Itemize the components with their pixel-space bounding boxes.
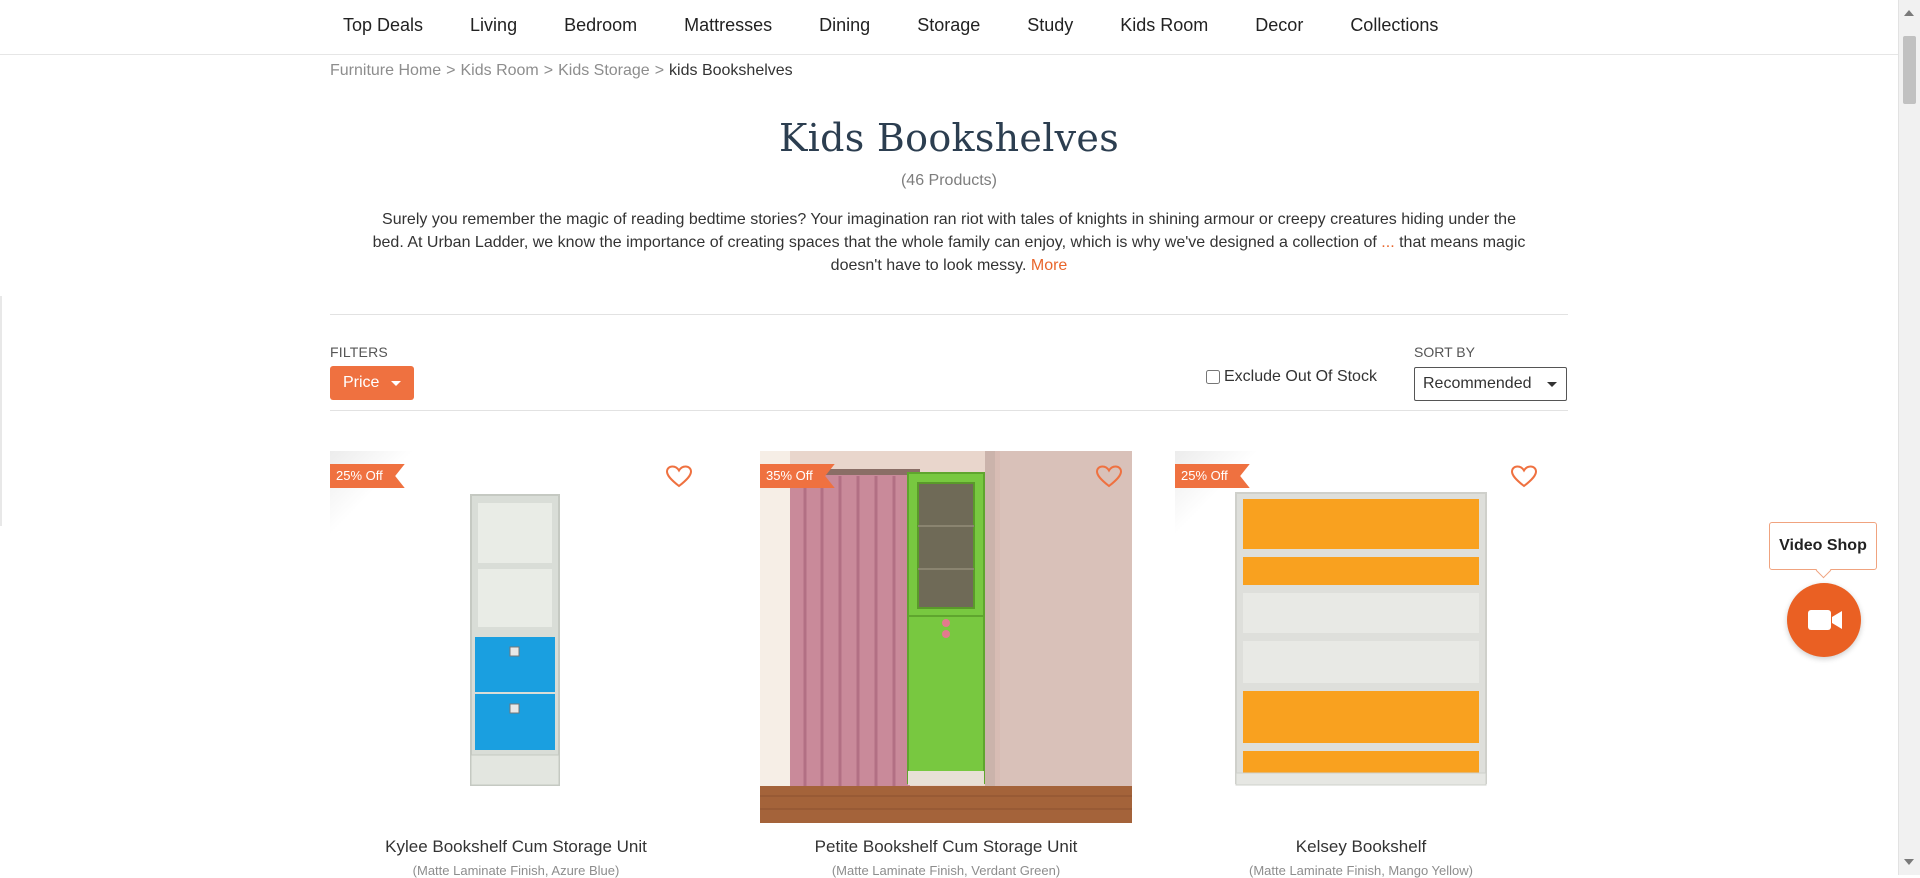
caret-down-icon xyxy=(1547,382,1557,387)
scroll-down-arrow-icon[interactable] xyxy=(1904,859,1914,865)
exclude-out-of-stock-toggle[interactable]: Exclude Out Of Stock xyxy=(1206,368,1377,386)
discount-badge: 35% Off xyxy=(760,464,835,488)
description-line: doesn't have to look messy. More xyxy=(330,254,1568,277)
product-image[interactable]: 35% Off xyxy=(760,451,1132,823)
description-text: that means magic xyxy=(1399,234,1526,251)
category-description: Surely you remember the magic of reading… xyxy=(330,208,1568,277)
sort-select[interactable]: Recommended xyxy=(1414,367,1567,401)
product-name[interactable]: Kelsey Bookshelf xyxy=(1175,837,1547,857)
nav-item-storage[interactable]: Storage xyxy=(904,0,993,50)
nav-item-kids-room[interactable]: Kids Room xyxy=(1107,0,1221,50)
nav-item-decor[interactable]: Decor xyxy=(1242,0,1316,50)
video-camera-icon xyxy=(1808,610,1842,630)
breadcrumb-separator: > xyxy=(654,62,665,79)
product-photo-kylee xyxy=(330,451,702,823)
breadcrumb-furniture-home[interactable]: Furniture Home xyxy=(330,62,441,79)
nav-item-study[interactable]: Study xyxy=(1014,0,1086,50)
price-filter-label: Price xyxy=(343,374,380,391)
divider xyxy=(330,410,1568,411)
filters-label: FILTERS xyxy=(330,344,388,360)
description-line: bed. At Urban Ladder, we know the import… xyxy=(330,231,1568,254)
page-title: Kids Bookshelves xyxy=(778,116,1120,160)
divider xyxy=(330,314,1568,315)
nav-item-collections[interactable]: Collections xyxy=(1337,0,1451,50)
product-card[interactable]: 35% Off Petite Bookshelf Cum Storage Uni… xyxy=(760,451,1132,878)
breadcrumb: Furniture Home > Kids Room > Kids Storage > ki… xyxy=(330,62,793,80)
product-image[interactable]: 25% Off xyxy=(330,451,702,823)
product-photo-kelsey xyxy=(1175,451,1547,823)
product-count: (46 Products) xyxy=(900,172,998,189)
scroll-up-arrow-icon[interactable] xyxy=(1904,10,1914,16)
video-shop-label: Video Shop xyxy=(1779,537,1867,554)
description-ellipsis: ... xyxy=(1381,234,1395,251)
sort-selected-value: Recommended xyxy=(1423,375,1532,392)
product-name[interactable]: Kylee Bookshelf Cum Storage Unit xyxy=(330,837,702,857)
heart-icon[interactable] xyxy=(1511,465,1537,489)
more-link[interactable]: More xyxy=(1031,257,1067,274)
product-variant: (Matte Laminate Finish, Verdant Green) xyxy=(831,863,1061,878)
discount-badge: 25% Off xyxy=(1175,464,1250,488)
scrollbar-thumb[interactable] xyxy=(1903,36,1916,104)
product-card[interactable]: 25% Off Kylee Bookshelf Cum Storage Unit… xyxy=(330,451,702,878)
top-navigation: Top Deals Living Bedroom Mattresses Dini… xyxy=(0,0,1899,55)
product-image[interactable]: 25% Off xyxy=(1175,451,1547,823)
breadcrumb-kids-storage[interactable]: Kids Storage xyxy=(558,62,650,79)
breadcrumb-separator: > xyxy=(543,62,554,79)
breadcrumb-current: kids Bookshelves xyxy=(669,62,793,79)
breadcrumb-separator: > xyxy=(446,62,456,79)
discount-badge: 25% Off xyxy=(330,464,405,488)
nav-item-top-deals[interactable]: Top Deals xyxy=(330,0,436,50)
product-variant: (Matte Laminate Finish, Mango Yellow) xyxy=(1248,863,1473,878)
heart-icon[interactable] xyxy=(666,465,692,489)
nav-item-mattresses[interactable]: Mattresses xyxy=(671,0,785,50)
nav-item-living[interactable]: Living xyxy=(457,0,530,50)
product-card[interactable]: 25% Off Kelsey Bookshelf (Matte Laminate… xyxy=(1175,451,1547,878)
product-name[interactable]: Petite Bookshelf Cum Storage Unit xyxy=(760,837,1132,857)
description-line: Surely you remember the magic of reading… xyxy=(382,211,1516,228)
exclude-out-of-stock-checkbox[interactable] xyxy=(1206,370,1220,384)
nav-item-dining[interactable]: Dining xyxy=(806,0,883,50)
description-text: doesn't have to look messy. xyxy=(830,257,1027,274)
product-variant: (Matte Laminate Finish, Azure Blue) xyxy=(412,863,620,878)
exclude-out-of-stock-label: Exclude Out Of Stock xyxy=(1224,368,1377,385)
nav-menu: Top Deals Living Bedroom Mattresses Dini… xyxy=(330,0,1451,50)
tooltip-tail xyxy=(1815,562,1832,579)
breadcrumb-kids-room[interactable]: Kids Room xyxy=(461,62,539,79)
video-shop-tooltip[interactable]: Video Shop xyxy=(1769,522,1877,579)
nav-item-bedroom[interactable]: Bedroom xyxy=(551,0,650,50)
description-text: bed. At Urban Ladder, we know the import… xyxy=(372,234,1377,251)
product-photo-petite xyxy=(760,451,1132,823)
sort-by-label: SORT BY xyxy=(1414,344,1475,360)
vertical-scrollbar[interactable] xyxy=(1898,0,1920,875)
video-shop-button[interactable] xyxy=(1787,583,1861,657)
caret-down-icon xyxy=(391,381,401,386)
heart-icon[interactable] xyxy=(1096,465,1122,489)
price-filter-button[interactable]: Price xyxy=(330,366,414,400)
left-edge-shadow xyxy=(0,296,2,526)
